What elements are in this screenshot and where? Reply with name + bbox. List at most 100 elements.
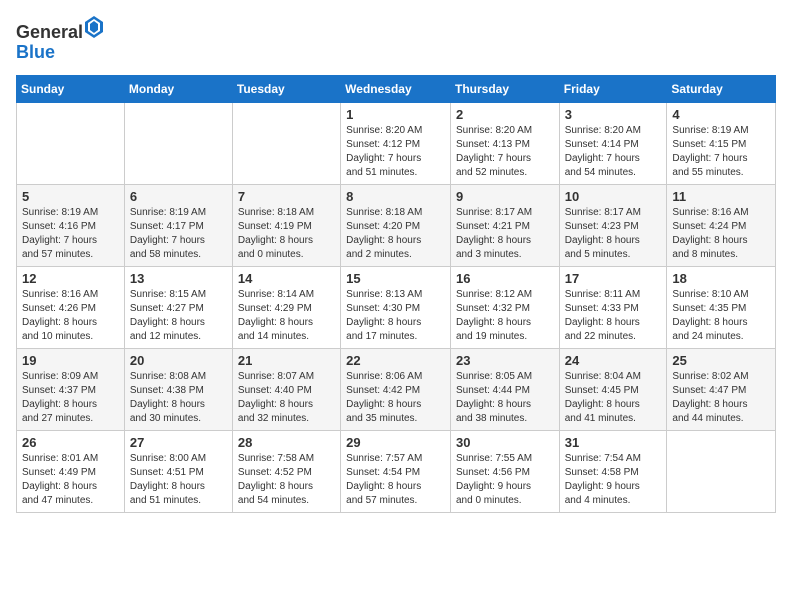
day-info: Sunrise: 8:19 AM Sunset: 4:17 PM Dayligh… (130, 206, 227, 262)
calendar-cell: 15 Sunrise: 8:13 AM Sunset: 4:30 PM Dayli… (341, 266, 451, 348)
day-number: 9 (456, 189, 554, 204)
calendar-cell (232, 102, 340, 184)
day-number: 19 (22, 353, 119, 368)
day-info: Sunrise: 8:12 AM Sunset: 4:32 PM Dayligh… (456, 288, 554, 344)
day-number: 27 (130, 435, 227, 450)
day-number: 18 (672, 271, 770, 286)
day-info: Sunrise: 8:01 AM Sunset: 4:49 PM Dayligh… (22, 452, 119, 508)
day-number: 22 (346, 353, 445, 368)
calendar-week-row: 12 Sunrise: 8:16 AM Sunset: 4:26 PM Dayli… (17, 266, 776, 348)
dow-header: Wednesday (341, 75, 451, 102)
day-info: Sunrise: 8:00 AM Sunset: 4:51 PM Dayligh… (130, 452, 227, 508)
day-info: Sunrise: 7:58 AM Sunset: 4:52 PM Dayligh… (238, 452, 335, 508)
day-number: 4 (672, 107, 770, 122)
calendar-cell (17, 102, 125, 184)
calendar-week-row: 1Sunrise: 8:20 AM Sunset: 4:12 PM Daylig… (17, 102, 776, 184)
day-info: Sunrise: 8:14 AM Sunset: 4:29 PM Dayligh… (238, 288, 335, 344)
day-number: 11 (672, 189, 770, 204)
day-number: 16 (456, 271, 554, 286)
dow-header: Saturday (667, 75, 776, 102)
calendar-cell: 24Sunrise: 8:04 AM Sunset: 4:45 PM Dayli… (559, 348, 667, 430)
calendar-cell (124, 102, 232, 184)
calendar-body: 1Sunrise: 8:20 AM Sunset: 4:12 PM Daylig… (17, 102, 776, 512)
calendar-cell: 7 Sunrise: 8:18 AM Sunset: 4:19 PM Daylig… (232, 184, 340, 266)
day-info: Sunrise: 8:06 AM Sunset: 4:42 PM Dayligh… (346, 370, 445, 426)
day-number: 3 (565, 107, 662, 122)
day-number: 15 (346, 271, 445, 286)
day-info: Sunrise: 8:09 AM Sunset: 4:37 PM Dayligh… (22, 370, 119, 426)
calendar-cell: 16 Sunrise: 8:12 AM Sunset: 4:32 PM Dayli… (450, 266, 559, 348)
calendar-cell: 22 Sunrise: 8:06 AM Sunset: 4:42 PM Dayli… (341, 348, 451, 430)
day-number: 25 (672, 353, 770, 368)
calendar-cell: 8Sunrise: 8:18 AM Sunset: 4:20 PM Daylig… (341, 184, 451, 266)
calendar-cell: 1Sunrise: 8:20 AM Sunset: 4:12 PM Daylig… (341, 102, 451, 184)
calendar-cell: 20 Sunrise: 8:08 AM Sunset: 4:38 PM Dayli… (124, 348, 232, 430)
calendar-cell: 11Sunrise: 8:16 AM Sunset: 4:24 PM Dayli… (667, 184, 776, 266)
dow-header: Friday (559, 75, 667, 102)
calendar-cell: 2Sunrise: 8:20 AM Sunset: 4:13 PM Daylig… (450, 102, 559, 184)
calendar-cell: 5 Sunrise: 8:19 AM Sunset: 4:16 PM Daylig… (17, 184, 125, 266)
day-number: 12 (22, 271, 119, 286)
day-info: Sunrise: 8:19 AM Sunset: 4:15 PM Dayligh… (672, 124, 770, 180)
logo-icon (85, 16, 103, 38)
day-info: Sunrise: 7:57 AM Sunset: 4:54 PM Dayligh… (346, 452, 445, 508)
dow-header: Tuesday (232, 75, 340, 102)
day-number: 26 (22, 435, 119, 450)
day-info: Sunrise: 8:16 AM Sunset: 4:26 PM Dayligh… (22, 288, 119, 344)
day-number: 10 (565, 189, 662, 204)
calendar-cell: 29 Sunrise: 7:57 AM Sunset: 4:54 PM Dayli… (341, 430, 451, 512)
calendar-cell: 31Sunrise: 7:54 AM Sunset: 4:58 PM Dayli… (559, 430, 667, 512)
calendar-week-row: 19 Sunrise: 8:09 AM Sunset: 4:37 PM Dayli… (17, 348, 776, 430)
day-info: Sunrise: 8:05 AM Sunset: 4:44 PM Dayligh… (456, 370, 554, 426)
day-number: 13 (130, 271, 227, 286)
calendar-cell: 3 Sunrise: 8:20 AM Sunset: 4:14 PM Daylig… (559, 102, 667, 184)
day-info: Sunrise: 8:20 AM Sunset: 4:13 PM Dayligh… (456, 124, 554, 180)
calendar-table: SundayMondayTuesdayWednesdayThursdayFrid… (16, 75, 776, 513)
day-info: Sunrise: 8:02 AM Sunset: 4:47 PM Dayligh… (672, 370, 770, 426)
calendar-cell: 25 Sunrise: 8:02 AM Sunset: 4:47 PM Dayli… (667, 348, 776, 430)
logo: General Blue (16, 16, 104, 63)
dow-header: Monday (124, 75, 232, 102)
calendar-cell: 6 Sunrise: 8:19 AM Sunset: 4:17 PM Daylig… (124, 184, 232, 266)
calendar-cell: 13Sunrise: 8:15 AM Sunset: 4:27 PM Dayli… (124, 266, 232, 348)
day-info: Sunrise: 8:07 AM Sunset: 4:40 PM Dayligh… (238, 370, 335, 426)
calendar-week-row: 26 Sunrise: 8:01 AM Sunset: 4:49 PM Dayli… (17, 430, 776, 512)
day-number: 14 (238, 271, 335, 286)
day-number: 21 (238, 353, 335, 368)
day-number: 6 (130, 189, 227, 204)
calendar-cell: 28 Sunrise: 7:58 AM Sunset: 4:52 PM Dayli… (232, 430, 340, 512)
dow-header: Sunday (17, 75, 125, 102)
calendar-cell: 19 Sunrise: 8:09 AM Sunset: 4:37 PM Dayli… (17, 348, 125, 430)
day-number: 5 (22, 189, 119, 204)
calendar-cell: 17 Sunrise: 8:11 AM Sunset: 4:33 PM Dayli… (559, 266, 667, 348)
day-info: Sunrise: 8:17 AM Sunset: 4:21 PM Dayligh… (456, 206, 554, 262)
day-info: Sunrise: 7:54 AM Sunset: 4:58 PM Dayligh… (565, 452, 662, 508)
day-info: Sunrise: 7:55 AM Sunset: 4:56 PM Dayligh… (456, 452, 554, 508)
day-info: Sunrise: 8:18 AM Sunset: 4:20 PM Dayligh… (346, 206, 445, 262)
day-number: 20 (130, 353, 227, 368)
calendar-cell: 9 Sunrise: 8:17 AM Sunset: 4:21 PM Daylig… (450, 184, 559, 266)
day-number: 1 (346, 107, 445, 122)
calendar-cell: 27 Sunrise: 8:00 AM Sunset: 4:51 PM Dayli… (124, 430, 232, 512)
calendar-cell: 12 Sunrise: 8:16 AM Sunset: 4:26 PM Dayli… (17, 266, 125, 348)
day-number: 17 (565, 271, 662, 286)
day-info: Sunrise: 8:18 AM Sunset: 4:19 PM Dayligh… (238, 206, 335, 262)
day-number: 7 (238, 189, 335, 204)
logo-blue: Blue (16, 42, 55, 62)
calendar-cell (667, 430, 776, 512)
day-info: Sunrise: 8:20 AM Sunset: 4:14 PM Dayligh… (565, 124, 662, 180)
day-info: Sunrise: 8:19 AM Sunset: 4:16 PM Dayligh… (22, 206, 119, 262)
calendar-cell: 4 Sunrise: 8:19 AM Sunset: 4:15 PM Daylig… (667, 102, 776, 184)
day-info: Sunrise: 8:08 AM Sunset: 4:38 PM Dayligh… (130, 370, 227, 426)
day-info: Sunrise: 8:13 AM Sunset: 4:30 PM Dayligh… (346, 288, 445, 344)
day-info: Sunrise: 8:10 AM Sunset: 4:35 PM Dayligh… (672, 288, 770, 344)
calendar-cell: 23 Sunrise: 8:05 AM Sunset: 4:44 PM Dayli… (450, 348, 559, 430)
day-number: 23 (456, 353, 554, 368)
calendar-cell: 14 Sunrise: 8:14 AM Sunset: 4:29 PM Dayli… (232, 266, 340, 348)
day-number: 29 (346, 435, 445, 450)
day-info: Sunrise: 8:11 AM Sunset: 4:33 PM Dayligh… (565, 288, 662, 344)
calendar-cell: 30Sunrise: 7:55 AM Sunset: 4:56 PM Dayli… (450, 430, 559, 512)
calendar-cell: 10Sunrise: 8:17 AM Sunset: 4:23 PM Dayli… (559, 184, 667, 266)
calendar-cell: 21 Sunrise: 8:07 AM Sunset: 4:40 PM Dayli… (232, 348, 340, 430)
day-number: 28 (238, 435, 335, 450)
